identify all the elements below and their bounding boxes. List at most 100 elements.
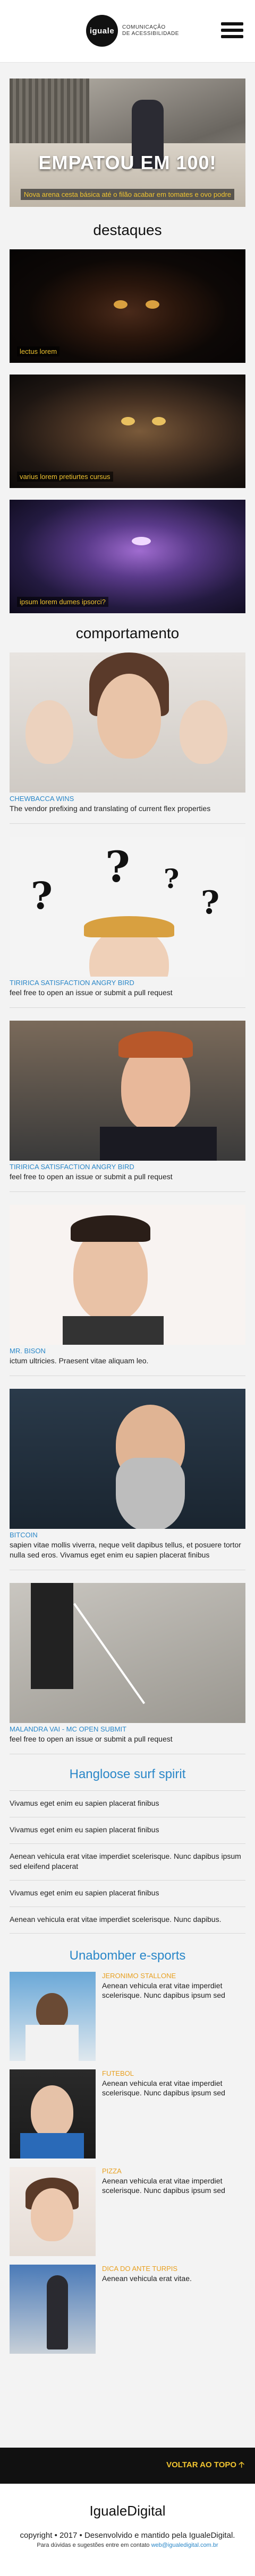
article-summary: feel free to open an issue or submit a p…	[10, 988, 245, 1008]
article-image	[10, 1205, 245, 1345]
back-to-top-link[interactable]: VOLTAR AO TOPO 🡡	[166, 2459, 244, 2473]
esports-tag[interactable]: FUTEBOL	[102, 2069, 245, 2077]
destaque-card[interactable]: lectus lorem	[10, 249, 245, 363]
esports-summary: Aenean vehicula erat vitae.	[102, 2274, 192, 2283]
site-footer: IgualeDigital copyright • 2017 • Desenvo…	[0, 2484, 255, 2576]
esports-summary: Aenean vehicula erat vitae imperdiet sce…	[102, 2177, 225, 2195]
article-tag[interactable]: MALANDRA VAI - MC OPEN SUBMIT	[10, 1725, 245, 1733]
surf-list: Vivamus eget enim eu sapien placerat fin…	[10, 1790, 245, 1934]
article-summary: feel free to open an issue or submit a p…	[10, 1172, 245, 1192]
surf-list-item[interactable]: Vivamus eget enim eu sapien placerat fin…	[10, 1817, 245, 1844]
image-detail: ?	[164, 863, 180, 894]
comportamento-card[interactable]: BITCOIN sapien vitae mollis viverra, neq…	[10, 1389, 245, 1570]
surf-list-item[interactable]: Vivamus eget enim eu sapien placerat fin…	[10, 1881, 245, 1907]
destaque-card[interactable]: ipsum lorem dumes ipsorci?	[10, 500, 245, 613]
esports-image	[10, 2167, 96, 2256]
logo-tagline: COMUNICAÇÃO DE ACESSIBILIDADE	[122, 24, 179, 37]
esports-tag[interactable]: JERONIMO STALLONE	[102, 1972, 245, 1980]
article-image: ? ? ? ?	[10, 837, 245, 977]
image-detail	[121, 417, 135, 425]
destaque-caption: varius lorem pretiurtes cursus	[17, 472, 113, 482]
footer-contact-email-link[interactable]: web@igualedigital.com.br	[151, 2542, 218, 2548]
image-detail	[180, 700, 227, 764]
surf-list-item[interactable]: Aenean vehicula erat vitae imperdiet sce…	[10, 1907, 245, 1934]
hero-banner[interactable]: EMPATOU EM 100! Nova arena cesta básica …	[10, 79, 245, 207]
article-tag[interactable]: CHEWBACCA WINS	[10, 795, 245, 803]
esports-body: FUTEBOL Aenean vehicula erat vitae imper…	[96, 2069, 245, 2159]
destaques-heading: destaques	[93, 222, 162, 238]
esports-body: JERONIMO STALLONE Aenean vehicula erat v…	[96, 1972, 245, 2061]
footer-contact: Para dúvidas e sugestões entre em contat…	[0, 2542, 255, 2548]
esports-tag[interactable]: DICA DO ANTE TURPIS	[102, 2265, 192, 2273]
esports-summary: Aenean vehicula erat vitae imperdiet sce…	[102, 2079, 225, 2097]
image-detail	[26, 700, 73, 764]
esports-card[interactable]: JERONIMO STALLONE Aenean vehicula erat v…	[10, 1972, 245, 2061]
hero-caption-wrap: Nova arena cesta básica até o filão acab…	[10, 189, 245, 200]
surf-list-item[interactable]: Aenean vehicula erat vitae imperdiet sce…	[10, 1844, 245, 1881]
image-detail: ?	[31, 874, 53, 918]
hamburger-menu-icon[interactable]	[221, 22, 243, 40]
image-detail	[100, 1127, 217, 1161]
comportamento-card[interactable]: MR. BISON ictum ultricies. Praesent vita…	[10, 1205, 245, 1376]
image-detail	[26, 2025, 79, 2061]
article-summary: feel free to open an issue or submit a p…	[10, 1734, 245, 1754]
image-detail	[47, 2275, 68, 2349]
image-detail	[132, 537, 151, 545]
surf-list-item[interactable]: Vivamus eget enim eu sapien placerat fin…	[10, 1791, 245, 1817]
article-tag[interactable]: BITCOIN	[10, 1531, 245, 1539]
article-image	[10, 1389, 245, 1529]
hero-caption[interactable]: Nova arena cesta básica até o filão acab…	[20, 189, 235, 200]
esports-heading: Unabomber e-sports	[69, 1948, 186, 1963]
image-detail: ?	[201, 884, 220, 921]
image-detail: ?	[105, 842, 130, 892]
destaque-caption: lectus lorem	[17, 346, 60, 356]
comportamento-heading: comportamento	[75, 625, 180, 641]
article-image	[10, 1021, 245, 1161]
footer-copyright: copyright • 2017 • Desenvolvido e mantid…	[20, 2531, 235, 2540]
esports-image	[10, 2265, 96, 2354]
back-to-top-label: VOLTAR AO TOPO	[166, 2460, 237, 2469]
surf-heading: Hangloose surf spirit	[69, 1767, 186, 1781]
arrow-up-icon: 🡡	[239, 2460, 244, 2469]
image-detail	[118, 1031, 193, 1058]
comportamento-card[interactable]: ? ? ? ? TIRIRICA SATISFACTION ANGRY BIRD…	[10, 837, 245, 1008]
page: iguale COMUNICAÇÃO DE ACESSIBILIDADE EMP…	[0, 0, 255, 2576]
comportamento-card[interactable]: MALANDRA VAI - MC OPEN SUBMIT feel free …	[10, 1583, 245, 1754]
article-tag[interactable]: MR. BISON	[10, 1347, 245, 1355]
article-tag[interactable]: TIRIRICA SATISFACTION ANGRY BIRD	[10, 1163, 245, 1171]
site-logo[interactable]: iguale COMUNICAÇÃO DE ACESSIBILIDADE	[86, 15, 179, 47]
esports-body: PIZZA Aenean vehicula erat vitae imperdi…	[96, 2167, 245, 2256]
logo-tagline-line2: DE ACESSIBILIDADE	[122, 31, 179, 37]
esports-card[interactable]: PIZZA Aenean vehicula erat vitae imperdi…	[10, 2167, 245, 2256]
comportamento-card[interactable]: CHEWBACCA WINS The vendor prefixing and …	[10, 652, 245, 824]
esports-tag[interactable]: PIZZA	[102, 2167, 245, 2175]
hero-title: EMPATOU EM 100!	[38, 152, 217, 173]
logo-mark: iguale	[86, 15, 118, 47]
article-image	[10, 652, 245, 793]
esports-card[interactable]: DICA DO ANTE TURPIS Aenean vehicula erat…	[10, 2265, 245, 2354]
image-detail	[73, 1603, 146, 1704]
main-content: EMPATOU EM 100! Nova arena cesta básica …	[0, 63, 255, 2354]
destaque-card[interactable]: varius lorem pretiurtes cursus	[10, 375, 245, 488]
article-tag[interactable]: TIRIRICA SATISFACTION ANGRY BIRD	[10, 979, 245, 987]
article-summary: sapien vitae mollis viverra, neque velit…	[10, 1540, 245, 1570]
footer-brand: IgualeDigital	[89, 2503, 166, 2519]
image-detail	[97, 674, 161, 759]
image-detail	[31, 2085, 73, 2138]
image-detail	[31, 2188, 73, 2241]
esports-summary: Aenean vehicula erat vitae imperdiet sce…	[102, 1981, 225, 1999]
esports-image	[10, 1972, 96, 2061]
image-detail	[31, 1583, 73, 1689]
image-detail	[20, 2133, 84, 2159]
esports-card[interactable]: FUTEBOL Aenean vehicula erat vitae imper…	[10, 2069, 245, 2159]
footer-contact-text: Para dúvidas e sugestões entre em contat…	[37, 2542, 151, 2548]
image-detail	[114, 300, 128, 309]
image-detail	[71, 1215, 150, 1242]
comportamento-card[interactable]: TIRIRICA SATISFACTION ANGRY BIRD feel fr…	[10, 1021, 245, 1192]
back-to-top-bar: VOLTAR AO TOPO 🡡	[0, 2448, 255, 2484]
article-summary: ictum ultricies. Praesent vitae aliquam …	[10, 1356, 245, 1376]
image-detail	[84, 916, 174, 937]
esports-body: DICA DO ANTE TURPIS Aenean vehicula erat…	[96, 2265, 192, 2354]
image-detail	[146, 300, 159, 309]
image-detail	[63, 1316, 164, 1345]
